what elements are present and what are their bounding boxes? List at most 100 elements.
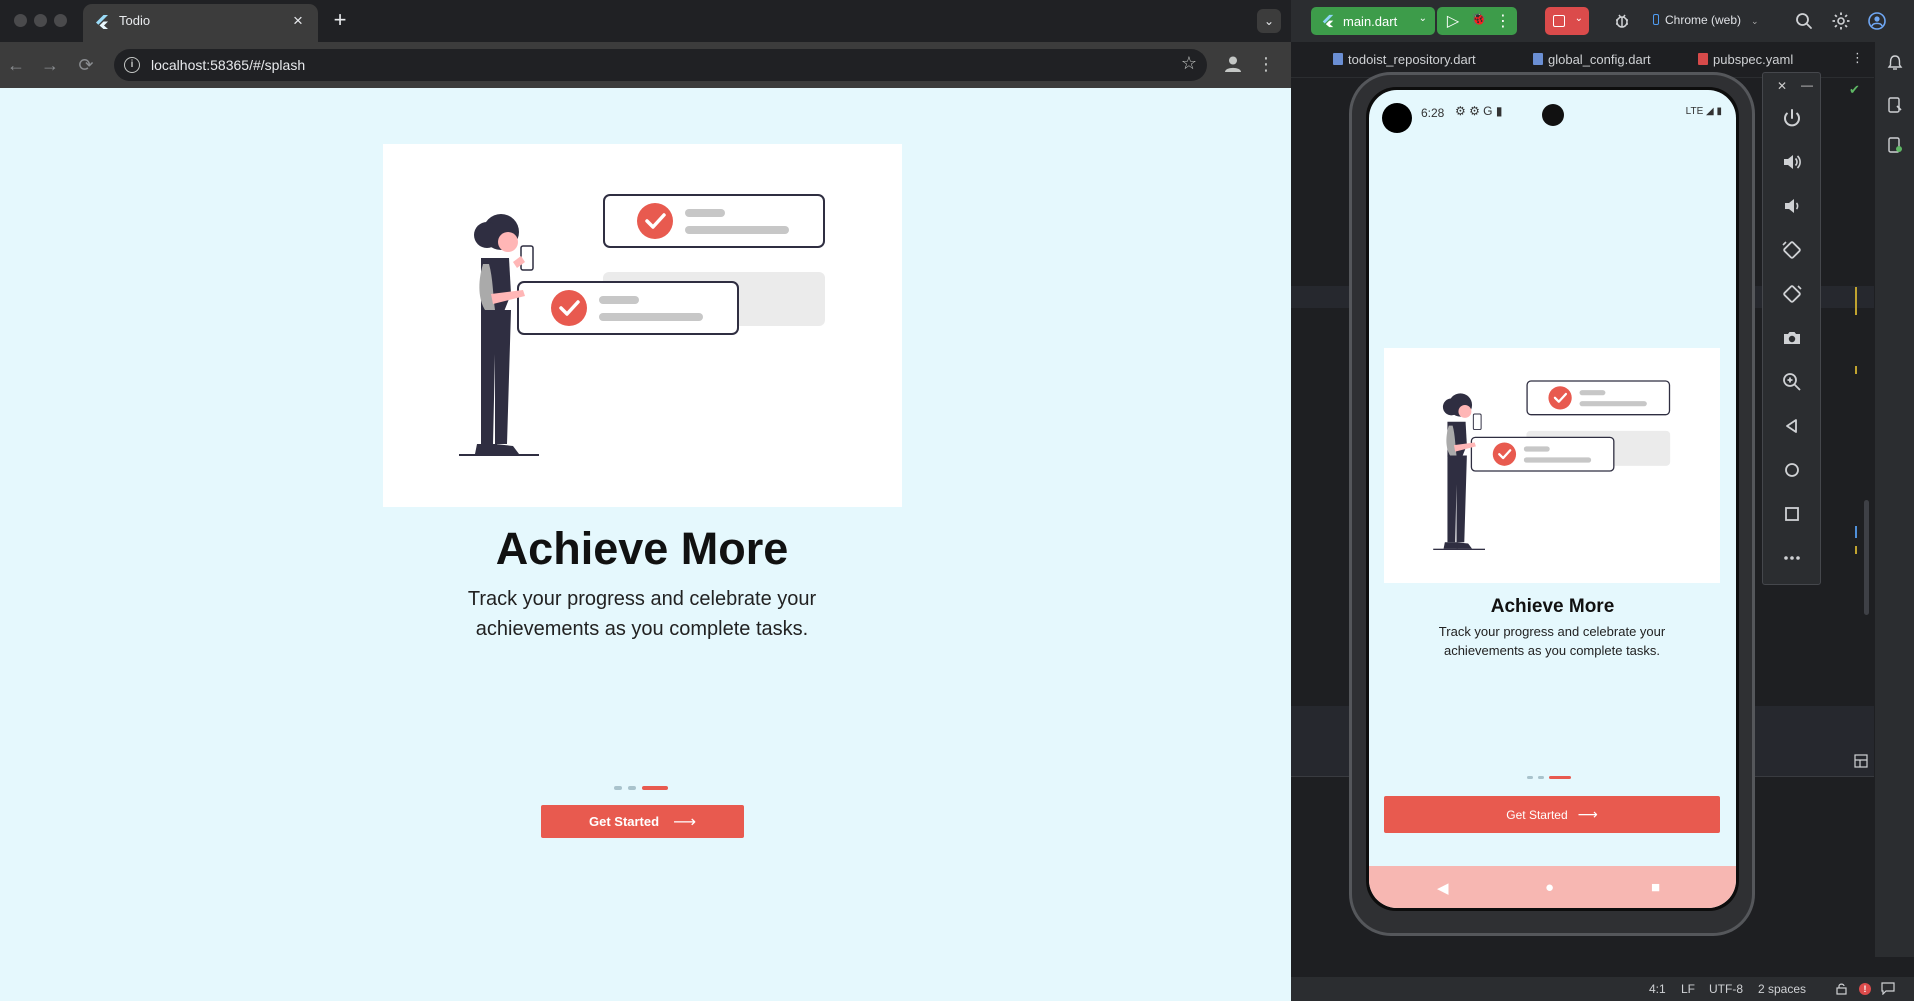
- ide-toolbar: main.dart ⌄ ▷ 🐞 ⋮ ⌄ Chrome (web) ⌄: [1291, 0, 1914, 42]
- emulator-hero-illustration: [1384, 348, 1720, 583]
- forward-button[interactable]: →: [36, 51, 64, 79]
- minimize-icon[interactable]: —: [1801, 78, 1813, 92]
- camera-icon[interactable]: [1781, 327, 1803, 349]
- account-icon[interactable]: [1867, 11, 1887, 31]
- tab-title: Todio: [119, 13, 151, 28]
- android-navigation-bar: ◀ ● ■: [1369, 866, 1736, 908]
- ide-right-tool-strip: [1874, 42, 1914, 957]
- more-actions-icon[interactable]: ⋮: [1495, 11, 1511, 31]
- indent-setting[interactable]: 2 spaces: [1758, 982, 1806, 996]
- dart-file-icon: [1333, 53, 1343, 65]
- file-tab-pubspec[interactable]: pubspec.yaml: [1698, 52, 1793, 67]
- bookmark-star-icon[interactable]: ☆: [1181, 53, 1197, 74]
- inspection-ok-icon[interactable]: ✔: [1849, 82, 1860, 98]
- scroll-marker: [1855, 526, 1857, 538]
- chevron-down-icon: ⌄: [1751, 16, 1759, 26]
- file-tab-global-config[interactable]: global_config.dart: [1533, 52, 1651, 67]
- notifications-icon[interactable]: [1886, 54, 1904, 72]
- more-options-icon[interactable]: [1781, 547, 1803, 569]
- browser-window: Todio × + ⌄ ← → ⟳ i localhost:58365/#/sp…: [0, 0, 1291, 1001]
- url-text[interactable]: localhost:58365/#/splash: [151, 57, 305, 73]
- tabs-menu-icon[interactable]: ⋮: [1851, 50, 1864, 66]
- flutter-icon: [1322, 14, 1334, 28]
- volume-down-icon[interactable]: [1781, 195, 1803, 217]
- hot-reload-run-icon[interactable]: ▷: [1443, 11, 1463, 31]
- window-zoom-button[interactable]: [54, 14, 67, 27]
- page-dot-3-active: [642, 786, 668, 790]
- close-icon[interactable]: ✕: [1777, 79, 1787, 93]
- layout-toggle-icon[interactable]: [1854, 754, 1868, 768]
- bug-settings-icon[interactable]: [1613, 12, 1631, 30]
- browser-menu-icon[interactable]: ⋮: [1256, 50, 1276, 78]
- run-controls: ▷ 🐞 ⋮: [1437, 7, 1517, 35]
- device-selector[interactable]: Chrome (web) ⌄: [1653, 13, 1759, 27]
- get-started-button[interactable]: Get Started ⟶: [541, 805, 744, 838]
- cursor-position[interactable]: 4:1: [1649, 982, 1666, 996]
- device-manager-icon[interactable]: [1886, 96, 1904, 114]
- ide-status-bar: 4:1 LF UTF-8 2 spaces !: [1291, 977, 1914, 1001]
- page-dot-2: [628, 786, 636, 790]
- line-ending[interactable]: LF: [1681, 982, 1695, 996]
- achievement-illustration: [1433, 380, 1671, 550]
- file-tab-label: global_config.dart: [1548, 52, 1651, 67]
- chevron-down-icon: ⌄: [1574, 13, 1583, 24]
- status-notification-icons: ⚙ ⚙ G ▮: [1455, 104, 1503, 118]
- zoom-icon[interactable]: [1781, 371, 1803, 393]
- back-icon[interactable]: [1781, 415, 1803, 437]
- emulator-page-subtitle: Track your progress and celebrate your a…: [1438, 624, 1666, 658]
- browser-tab-todio[interactable]: Todio ×: [83, 4, 318, 42]
- profile-icon[interactable]: [1221, 52, 1245, 76]
- arrow-right-icon: ⟶: [1577, 806, 1598, 822]
- nav-home-icon[interactable]: ●: [1545, 879, 1554, 896]
- power-icon[interactable]: [1781, 107, 1803, 129]
- nav-back-icon[interactable]: ◀: [1437, 879, 1449, 897]
- editor-scrollbar[interactable]: [1864, 500, 1869, 615]
- chat-icon[interactable]: [1881, 982, 1895, 995]
- rotate-right-icon[interactable]: [1781, 283, 1803, 305]
- emulator-get-started-button[interactable]: Get Started ⟶: [1384, 796, 1720, 833]
- lock-icon[interactable]: [1835, 982, 1848, 995]
- overview-icon[interactable]: [1781, 503, 1803, 525]
- tab-close-icon[interactable]: ×: [288, 10, 308, 32]
- arrow-right-icon: ⟶: [673, 813, 696, 831]
- page-subtitle: Track your progress and celebrate your a…: [467, 588, 817, 640]
- search-icon[interactable]: [1795, 12, 1813, 30]
- status-network-icons: LTE ◢ ▮: [1685, 106, 1722, 117]
- tab-strip: Todio × + ⌄: [0, 0, 1291, 42]
- address-bar[interactable]: i localhost:58365/#/splash ☆: [114, 49, 1207, 81]
- tab-search-button[interactable]: ⌄: [1257, 9, 1281, 33]
- debug-icon[interactable]: 🐞: [1469, 11, 1489, 27]
- rotate-left-icon[interactable]: [1781, 239, 1803, 261]
- new-tab-button[interactable]: +: [328, 7, 352, 33]
- phone-icon: [1653, 14, 1659, 25]
- page-dot-1: [614, 786, 622, 790]
- status-time: 6:28: [1421, 106, 1445, 120]
- get-started-label: Get Started: [1506, 807, 1568, 822]
- splash-page: Achieve More Track your progress and cel…: [0, 88, 1291, 1001]
- status-app-icon: [1542, 104, 1564, 126]
- achievement-illustration: [459, 194, 825, 456]
- page-dot-2: [1538, 776, 1544, 779]
- emulator-screen[interactable]: 6:28 ⚙ ⚙ G ▮ LTE ◢ ▮ Achieve More Track …: [1369, 90, 1736, 908]
- dart-file-icon: [1533, 53, 1543, 65]
- file-tab-todoist-repository[interactable]: todoist_repository.dart: [1333, 52, 1476, 67]
- stop-button[interactable]: ⌄: [1545, 7, 1589, 35]
- reload-button[interactable]: ⟳: [72, 51, 100, 79]
- hero-illustration: [383, 144, 902, 507]
- error-indicator-icon[interactable]: !: [1859, 983, 1871, 995]
- file-encoding[interactable]: UTF-8: [1709, 982, 1743, 996]
- home-icon[interactable]: [1781, 459, 1803, 481]
- page-title: Achieve More: [495, 523, 789, 574]
- back-button[interactable]: ←: [2, 51, 30, 79]
- android-status-bar: 6:28 ⚙ ⚙ G ▮ LTE ◢ ▮: [1369, 90, 1736, 138]
- volume-up-icon[interactable]: [1781, 151, 1803, 173]
- run-configuration-selector[interactable]: main.dart ⌄: [1311, 7, 1435, 35]
- nav-recents-icon[interactable]: ■: [1651, 879, 1660, 896]
- running-devices-icon[interactable]: [1886, 136, 1904, 154]
- gear-icon[interactable]: [1831, 11, 1851, 31]
- run-config-label: main.dart: [1343, 14, 1398, 29]
- site-info-icon[interactable]: i: [124, 57, 140, 73]
- window-minimize-button[interactable]: [34, 14, 47, 27]
- window-close-button[interactable]: [14, 14, 27, 27]
- camera-cutout: [1382, 103, 1412, 133]
